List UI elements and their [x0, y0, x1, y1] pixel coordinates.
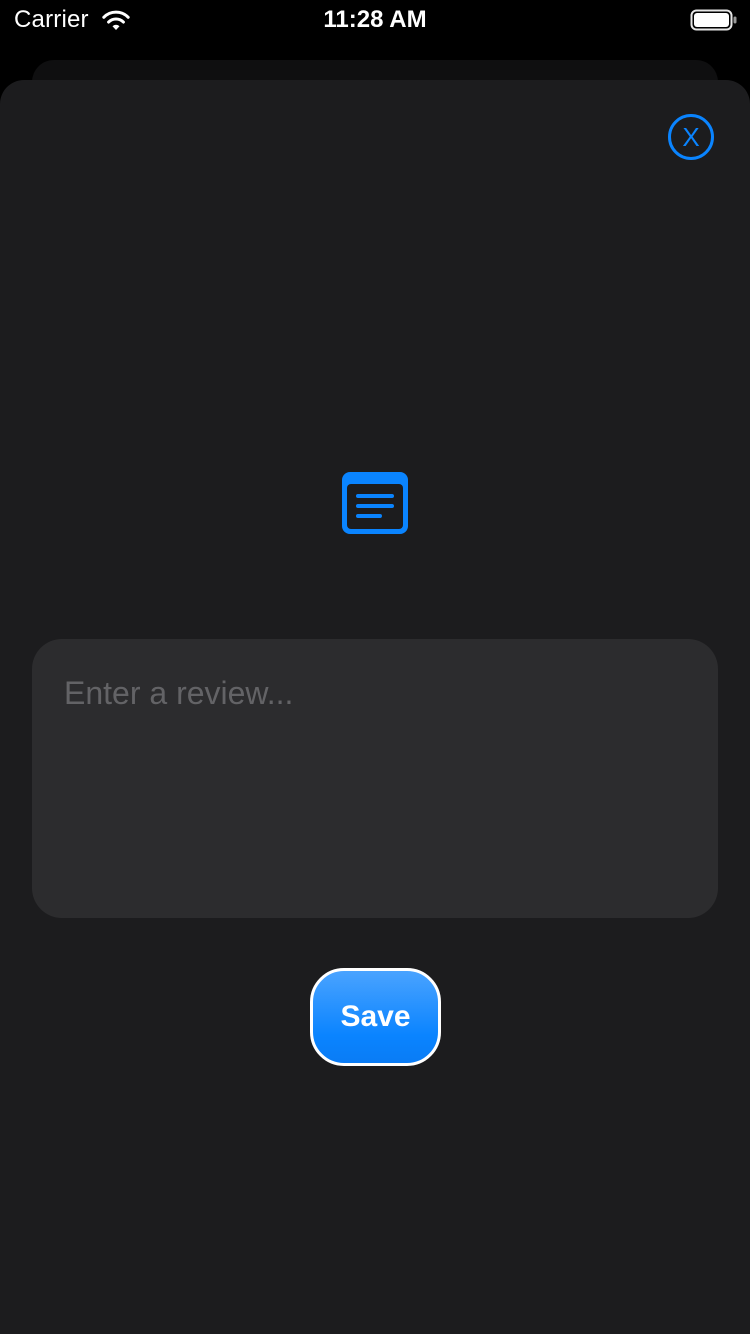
screen: Carrier 11:28 AM X Save — [0, 0, 750, 1334]
save-button-label: Save — [340, 1000, 411, 1033]
review-text-area — [32, 639, 718, 918]
save-button[interactable]: Save — [310, 968, 441, 1066]
close-icon: X — [682, 122, 700, 152]
battery-icon — [690, 9, 737, 31]
close-button[interactable]: X — [668, 114, 714, 160]
status-time: 11:28 AM — [323, 6, 427, 33]
status-bar: Carrier 11:28 AM — [0, 0, 750, 40]
review-input[interactable] — [64, 673, 686, 884]
text-document-icon — [342, 472, 408, 534]
